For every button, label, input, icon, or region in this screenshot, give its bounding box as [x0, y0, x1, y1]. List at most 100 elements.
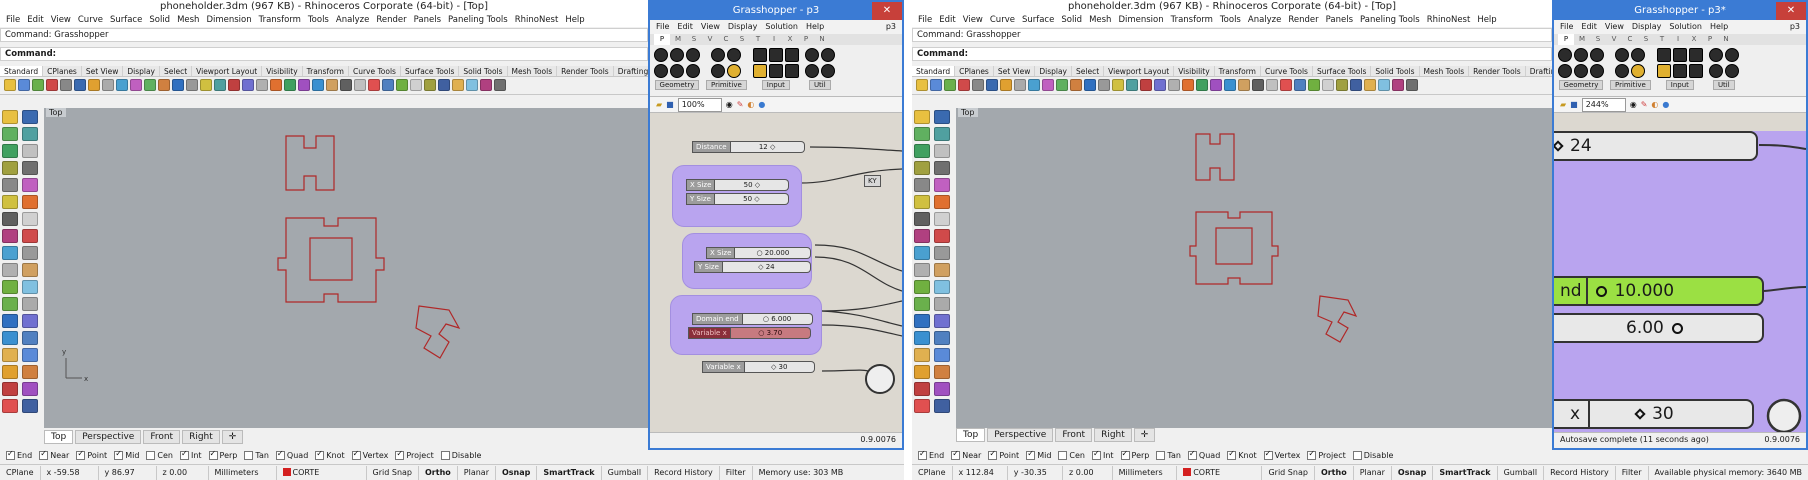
viewport-tab[interactable]: Front — [143, 430, 181, 444]
checkbox-icon[interactable] — [395, 449, 405, 460]
toolbar-tab[interactable]: Mesh Tools — [1420, 66, 1470, 76]
tool-icon[interactable] — [914, 161, 930, 175]
toolbar-tab[interactable]: Visibility — [1174, 66, 1215, 76]
gh-component-icon[interactable] — [654, 48, 668, 62]
checkbox-icon[interactable] — [1187, 449, 1197, 460]
gh-slider-selected[interactable]: Variable x ○ 3.70 — [688, 327, 811, 339]
osnap-checkbox[interactable]: Point — [76, 449, 107, 460]
status-filter[interactable]: Filter — [1616, 465, 1649, 480]
gh-menu-item[interactable]: Solution — [765, 20, 798, 34]
menu-item[interactable]: RhinoNest — [515, 14, 559, 27]
status-smarttrack[interactable]: SmartTrack — [537, 465, 602, 480]
gh-slider[interactable]: Variable x ◇ 30 — [702, 361, 815, 373]
toolbar-icon[interactable] — [298, 79, 310, 91]
toolbar-icon[interactable] — [270, 79, 282, 91]
status-gumball[interactable]: Gumball — [602, 465, 649, 480]
gh-tab[interactable]: M — [1574, 34, 1590, 45]
toolbar-tab[interactable]: Set View — [82, 66, 124, 76]
checkbox-icon[interactable] — [440, 450, 450, 460]
gh-menu-item[interactable]: Solution — [1669, 20, 1702, 34]
checkbox-icon[interactable] — [179, 449, 189, 460]
osnap-checkbox[interactable]: End — [6, 449, 32, 460]
gh-component-icon[interactable] — [654, 64, 668, 78]
gh-component-icon[interactable] — [768, 64, 783, 78]
tool-icon[interactable] — [22, 263, 38, 277]
toolbar-icon[interactable] — [1000, 79, 1012, 91]
tool-icon[interactable] — [22, 110, 38, 124]
toolbar-icon[interactable] — [438, 79, 450, 91]
osnap-checkbox[interactable]: Vertex — [1263, 449, 1300, 460]
menu-item[interactable]: Surface — [1022, 14, 1054, 27]
tool-icon[interactable] — [2, 399, 18, 413]
gh-component-icon[interactable] — [727, 48, 742, 62]
checkbox-icon[interactable] — [951, 449, 961, 460]
gh-component-icon[interactable] — [1708, 64, 1723, 78]
osnap-checkbox[interactable]: Project — [1307, 449, 1346, 460]
tool-icon[interactable] — [2, 195, 18, 209]
menu-item[interactable]: Render — [376, 14, 406, 27]
close-icon[interactable]: ✕ — [872, 2, 902, 20]
tool-icon[interactable] — [914, 365, 930, 379]
preview-icon[interactable]: ◉ — [1630, 100, 1637, 109]
viewport-tab[interactable]: Top — [44, 430, 74, 444]
gh-component-icon[interactable] — [1590, 64, 1604, 78]
checkbox-icon[interactable] — [1156, 450, 1166, 460]
menu-item[interactable]: Paneling Tools — [1360, 14, 1420, 27]
toolbar-icon[interactable] — [424, 79, 436, 91]
gh-menu-item[interactable]: Display — [1632, 20, 1662, 34]
tool-icon[interactable] — [934, 365, 950, 379]
toolbar-icon[interactable] — [340, 79, 352, 91]
osnap-checkbox[interactable]: Perp — [208, 449, 237, 460]
toolbar-icon[interactable] — [452, 79, 464, 91]
gh-component-icon[interactable] — [1672, 64, 1687, 78]
gh-tab[interactable]: S — [1638, 34, 1654, 45]
toolbar-tab[interactable]: Standard — [0, 66, 44, 76]
osnap-checkbox[interactable]: Cen — [146, 450, 173, 460]
status-units[interactable]: Millimeters — [209, 465, 277, 480]
toolbar-icon[interactable] — [1406, 79, 1418, 91]
toolbar-tab[interactable]: Standard — [912, 66, 956, 76]
toolbar-icon[interactable] — [930, 79, 942, 91]
toolbar-tab[interactable]: Set View — [994, 66, 1036, 76]
tool-icon[interactable] — [914, 127, 930, 141]
gh-component-icon[interactable] — [1574, 64, 1588, 78]
checkbox-icon[interactable] — [1352, 450, 1362, 460]
toolbar-icon[interactable] — [130, 79, 142, 91]
gh-slider[interactable]: Distance 12 ◇ — [692, 141, 805, 153]
tool-icon[interactable] — [22, 161, 38, 175]
gh-component-icon[interactable] — [768, 48, 783, 62]
menu-item[interactable]: File — [918, 14, 932, 27]
gh-component-icon[interactable] — [686, 48, 700, 62]
tool-icon[interactable] — [22, 229, 38, 243]
toolbar-icon[interactable] — [1084, 79, 1096, 91]
checkbox-icon[interactable] — [1091, 449, 1101, 460]
toolbar-tab[interactable]: Select — [160, 66, 193, 76]
tool-icon[interactable] — [2, 280, 18, 294]
osnap-checkbox[interactable]: End — [918, 449, 944, 460]
menu-item[interactable]: Paneling Tools — [448, 14, 508, 27]
add-viewport-icon[interactable]: ✛ — [1133, 428, 1156, 442]
menu-item[interactable]: Transform — [259, 14, 301, 27]
status-layer[interactable]: CORTE — [1177, 465, 1263, 480]
toolbar-icon[interactable] — [186, 79, 198, 91]
gh-tab[interactable]: M — [670, 34, 686, 45]
gh-tab[interactable]: T — [750, 34, 766, 45]
gh-menu-item[interactable]: View — [1605, 20, 1624, 34]
checkbox-icon[interactable] — [39, 449, 49, 460]
menu-item[interactable]: Transform — [1171, 14, 1213, 27]
tool-icon[interactable] — [2, 263, 18, 277]
gh-component-icon[interactable] — [784, 64, 799, 78]
tool-icon[interactable] — [914, 110, 930, 124]
tool-icon[interactable] — [2, 382, 18, 396]
checkbox-icon[interactable] — [208, 449, 218, 460]
toolbar-icon[interactable] — [958, 79, 970, 91]
tool-icon[interactable] — [2, 331, 18, 345]
menu-item[interactable]: Dimension — [1118, 14, 1163, 27]
gh-component-icon[interactable] — [1574, 48, 1588, 62]
shaded-preview-icon[interactable]: ◐ — [747, 100, 754, 109]
gh-component-icon[interactable] — [1688, 48, 1703, 62]
gh-component-icon[interactable] — [670, 48, 684, 62]
gh-menu-item[interactable]: Edit — [1581, 20, 1597, 34]
tool-icon[interactable] — [2, 161, 18, 175]
toolbar-tab[interactable]: Transform — [303, 66, 349, 76]
